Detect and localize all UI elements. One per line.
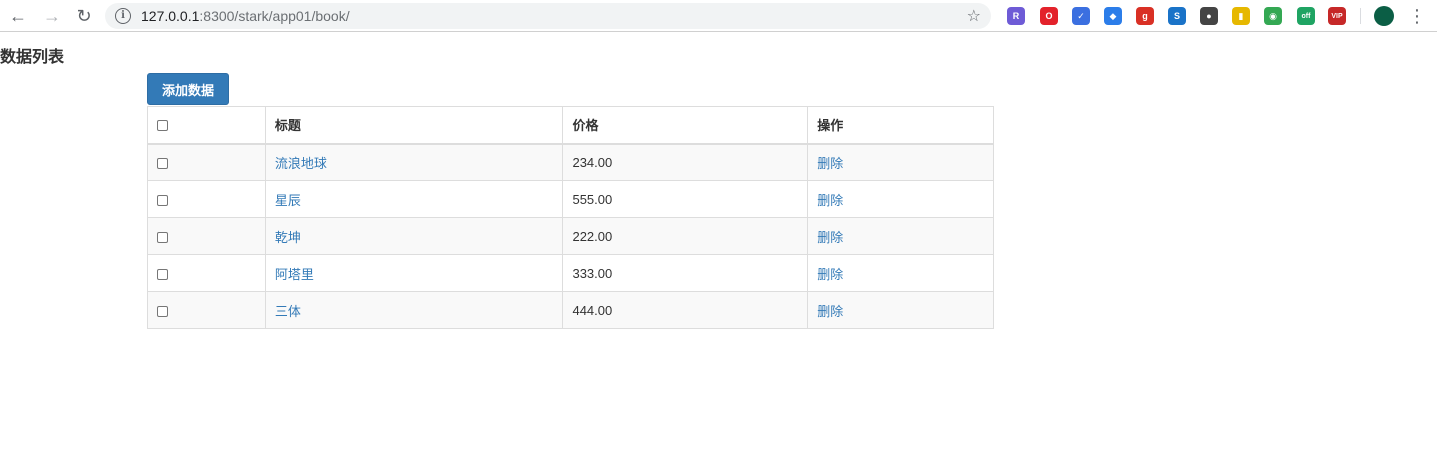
table-row: 三体 444.00 删除 [147, 291, 994, 329]
row-checkbox[interactable] [157, 268, 168, 280]
back-arrow-icon[interactable]: ← [6, 4, 30, 28]
action-cell: 删除 [807, 254, 994, 292]
select-all-cell [147, 106, 266, 145]
page-title: 数据列表 [0, 49, 65, 66]
table-row: 阿塔里 333.00 删除 [147, 254, 994, 292]
action-cell: 删除 [807, 291, 994, 329]
vip-icon[interactable]: VIP [1328, 7, 1346, 25]
bookmark-star-icon[interactable]: ☆ [967, 6, 981, 26]
price-cell: 555.00 [562, 180, 809, 218]
header-title: 标题 [264, 106, 564, 145]
action-cell: 删除 [807, 217, 994, 255]
forward-arrow-icon[interactable]: → [40, 4, 64, 28]
row-select-cell [147, 291, 266, 329]
reload-icon[interactable]: ↻ [72, 4, 96, 28]
add-data-button[interactable]: 添加数据 [147, 73, 229, 105]
action-cell: 删除 [807, 143, 994, 181]
title-cell: 流浪地球 [264, 143, 564, 181]
price-cell: 234.00 [562, 143, 809, 181]
title-cell: 三体 [264, 291, 564, 329]
delete-link[interactable]: 删除 [817, 193, 843, 208]
title-link[interactable]: 阿塔里 [275, 267, 314, 282]
opera-icon[interactable]: O [1040, 7, 1058, 25]
row-checkbox[interactable] [157, 305, 168, 317]
g-icon[interactable]: g [1136, 7, 1154, 25]
price-cell: 333.00 [562, 254, 809, 292]
table-row: 乾坤 222.00 删除 [147, 217, 994, 255]
title-link[interactable]: 星辰 [275, 193, 301, 208]
title-cell: 乾坤 [264, 217, 564, 255]
data-table: 标题 价格 操作 流浪地球 234.00 删除 星辰 555.00 删除 乾坤 222.00 删… [147, 106, 994, 329]
row-select-cell [147, 254, 266, 292]
profile-avatar-icon[interactable] [1374, 6, 1394, 26]
table-row: 流浪地球 234.00 删除 [147, 143, 994, 181]
price-cell: 444.00 [562, 291, 809, 329]
check-circle-icon[interactable]: ✓ [1072, 7, 1090, 25]
dots-icon[interactable]: ● [1200, 7, 1218, 25]
book-icon[interactable]: ▮ [1232, 7, 1250, 25]
title-link[interactable]: 乾坤 [275, 230, 301, 245]
select-all-checkbox[interactable] [157, 120, 168, 132]
header-action: 操作 [807, 106, 994, 145]
url-text[interactable]: 127.0.0.1:8300/stark/app01/book/ [141, 8, 350, 24]
header-price: 价格 [562, 106, 809, 145]
off-icon[interactable]: off [1297, 7, 1315, 25]
table-row: 星辰 555.00 删除 [147, 180, 994, 218]
table-header-row: 标题 价格 操作 [147, 106, 994, 145]
s-icon[interactable]: S [1168, 7, 1186, 25]
row-checkbox[interactable] [157, 194, 168, 206]
cap-icon[interactable]: ◆ [1104, 7, 1122, 25]
delete-link[interactable]: 删除 [817, 230, 843, 245]
chrome-icon[interactable]: ◉ [1264, 7, 1282, 25]
action-cell: 删除 [807, 180, 994, 218]
row-checkbox[interactable] [157, 231, 168, 243]
address-bar[interactable]: i 127.0.0.1:8300/stark/app01/book/ ☆ [105, 3, 991, 29]
delete-link[interactable]: 删除 [817, 267, 843, 282]
title-cell: 阿塔里 [264, 254, 564, 292]
menu-kebab-icon[interactable]: ⋮ [1408, 5, 1426, 27]
title-link[interactable]: 流浪地球 [275, 156, 327, 171]
row-select-cell [147, 180, 266, 218]
r-hex-icon[interactable]: R [1007, 7, 1025, 25]
title-link[interactable]: 三体 [275, 304, 301, 319]
row-checkbox[interactable] [157, 157, 168, 169]
title-cell: 星辰 [264, 180, 564, 218]
toolbar-divider [1360, 8, 1361, 24]
browser-toolbar: ← → ↻ i 127.0.0.1:8300/stark/app01/book/… [0, 0, 1437, 32]
price-cell: 222.00 [562, 217, 809, 255]
delete-link[interactable]: 删除 [817, 304, 843, 319]
row-select-cell [147, 143, 266, 181]
info-icon[interactable]: i [115, 8, 131, 24]
row-select-cell [147, 217, 266, 255]
delete-link[interactable]: 删除 [817, 156, 843, 171]
